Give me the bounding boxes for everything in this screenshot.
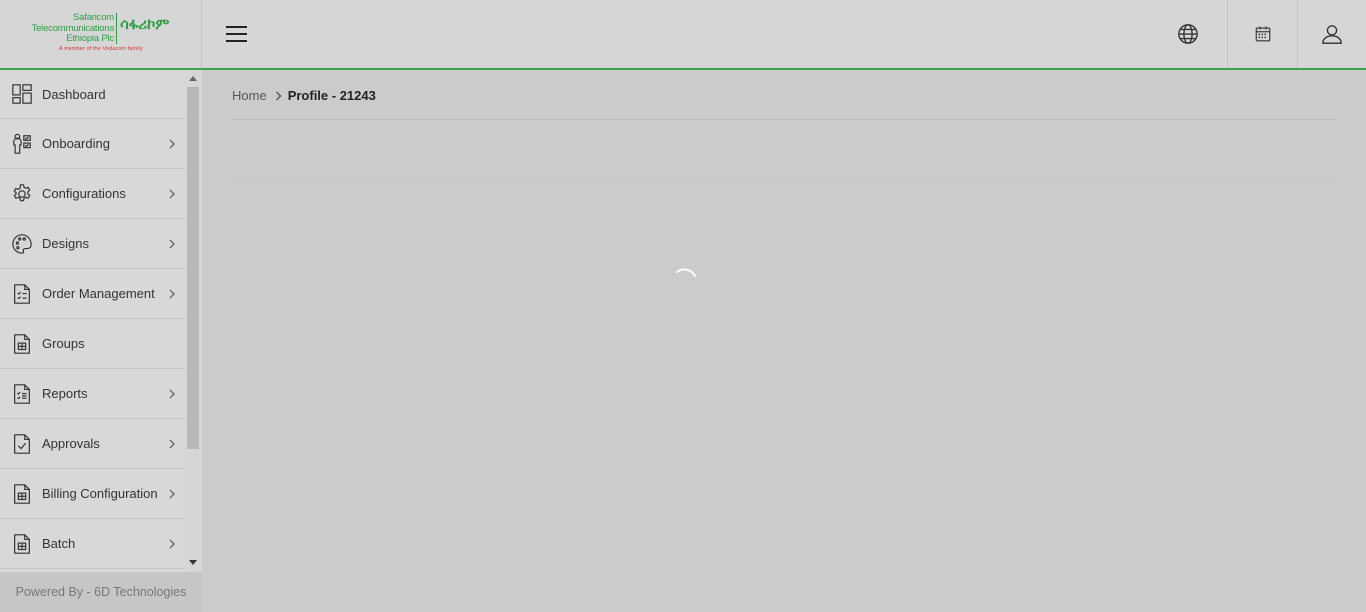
sidebar-item-reports[interactable]: Reports [0,369,185,419]
sidebar-item-order-management[interactable]: Order Management [0,269,185,319]
check-document-icon [14,433,30,454]
logo-amharic-text: ሳፋሪኮም [120,16,170,33]
sidebar-item-label: Configurations [42,186,126,201]
scroll-up-arrow-icon[interactable] [189,76,197,81]
breadcrumb: Home Profile - 21243 [232,88,376,103]
sidebar-item-label: Billing Configuration [42,486,158,501]
logo-line-1: Safaricom [73,12,114,23]
sidebar-item-approvals[interactable]: Approvals [0,419,185,469]
sidebar-item-configurations[interactable]: Configurations [0,169,185,219]
globe-icon [1178,24,1198,44]
order-document-icon [14,283,30,304]
sidebar-item-billing-configuration[interactable]: Billing Configuration [0,469,185,519]
sidebar-item-label: Designs [42,236,89,251]
document-icon [14,483,30,504]
language-button[interactable] [1156,0,1220,68]
menu-toggle-icon[interactable] [226,26,248,46]
scroll-down-arrow-icon[interactable] [189,560,197,565]
chevron-right-icon [275,91,282,100]
calendar-icon [1255,26,1270,42]
top-header: Safaricom Telecommunications Ethiopia Pl… [0,0,1366,70]
divider [232,119,1336,120]
sidebar-item-label: Dashboard [42,86,106,102]
sidebar-item-label: Groups [42,336,85,351]
user-icon [1322,25,1342,44]
powered-by-footer: Powered By - 6D Technologies [0,572,202,612]
logo-divider [116,13,117,44]
logo-tagline: A member of the Vodacom family [59,46,143,52]
brand-logo[interactable]: Safaricom Telecommunications Ethiopia Pl… [0,0,202,68]
logo-line-3: Ethiopia Plc [66,33,114,44]
sidebar-item-batch[interactable]: Batch [0,519,185,569]
sidebar-item-designs[interactable]: Designs [0,219,185,269]
dashboard-icon [12,84,32,104]
gear-icon [13,183,31,201]
sidebar: Dashboard Onboarding Configurations Desi… [0,70,202,572]
logo-text: Safaricom Telecommunications Ethiopia Pl… [30,12,115,45]
sidebar-item-label: Onboarding [42,136,110,151]
user-profile-button[interactable] [1297,0,1366,68]
sidebar-item-label: Batch [42,536,76,551]
chevron-right-icon [169,439,175,448]
loading-spinner-icon [676,268,696,277]
calendar-button[interactable] [1227,0,1297,68]
breadcrumb-current: Profile - 21243 [287,88,376,103]
sidebar-menu: Dashboard Onboarding Configurations Desi… [0,70,185,569]
scrollbar-thumb[interactable] [187,87,199,449]
document-icon [14,533,30,554]
chevron-right-icon [169,489,175,498]
report-document-icon [14,383,30,404]
sidebar-item-label: Approvals [42,436,100,451]
sidebar-scrollbar[interactable] [185,70,202,572]
chevron-right-icon [169,189,175,198]
onboarding-icon [13,133,31,154]
chevron-right-icon [169,389,175,398]
chevron-right-icon [169,289,175,298]
palette-icon [12,233,32,254]
sidebar-item-label: Order Management [42,286,155,301]
sidebar-item-dashboard[interactable]: Dashboard [0,70,185,119]
chevron-right-icon [169,239,175,248]
divider [232,180,1336,181]
main-content: Home Profile - 21243 [202,70,1366,612]
chevron-right-icon [169,139,175,148]
sidebar-item-groups[interactable]: Groups [0,319,185,369]
sidebar-item-label: Reports [42,386,88,401]
sidebar-item-onboarding[interactable]: Onboarding [0,119,185,169]
breadcrumb-home-link[interactable]: Home [232,88,267,103]
document-icon [14,333,30,354]
chevron-right-icon [169,539,175,548]
